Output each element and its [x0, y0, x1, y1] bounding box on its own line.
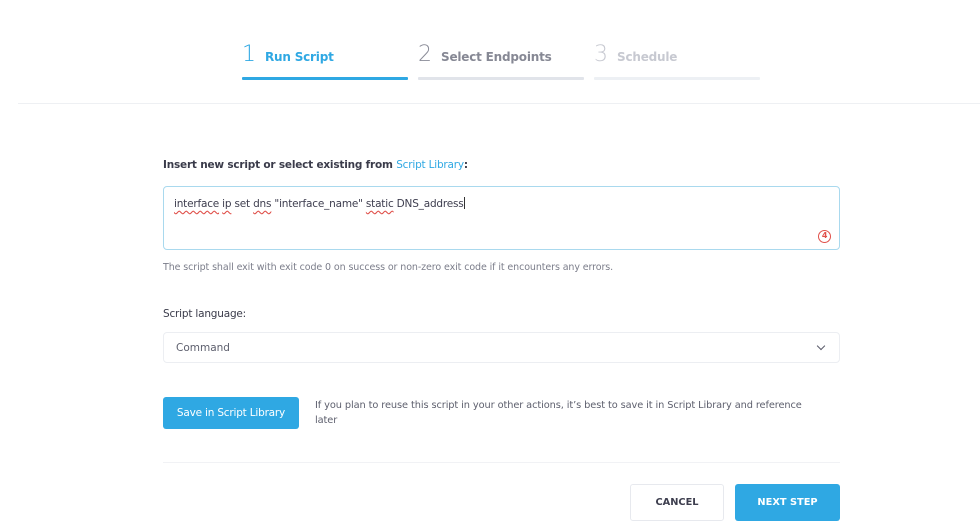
misspelled-word: dns [253, 198, 272, 210]
save-in-script-library-button[interactable]: Save in Script Library [163, 397, 299, 429]
misspelled-word: ip [222, 198, 232, 210]
grammar-check-badge[interactable]: 4 [818, 230, 831, 243]
script-language-select[interactable]: Command [163, 332, 840, 363]
step-progress-bar [418, 77, 584, 80]
script-token: "interface_name" [271, 198, 366, 210]
step-number: 3 [594, 42, 608, 67]
misspelled-word: static [365, 198, 394, 210]
run-script-page: 1 Run Script 2 Select Endpoints 3 Schedu… [0, 0, 980, 529]
script-label-colon: : [463, 159, 468, 171]
step-run-script[interactable]: 1 Run Script [242, 44, 408, 80]
save-library-hint: If you plan to reuse this script in your… [315, 400, 802, 426]
script-language-label: Script language: [163, 308, 247, 320]
script-token: set [231, 198, 254, 210]
script-field-label: Insert new script or select existing fro… [163, 159, 468, 171]
step-number: 2 [418, 42, 432, 67]
step-label: Run Script [265, 50, 334, 64]
next-step-button[interactable]: NEXT STEP [735, 484, 840, 521]
script-library-link[interactable]: Script Library [396, 159, 464, 171]
script-token: DNS_address [393, 198, 464, 210]
header-divider [18, 103, 980, 104]
selected-language: Command [176, 341, 230, 354]
step-progress-bar [594, 77, 760, 80]
step-schedule[interactable]: 3 Schedule [594, 44, 760, 80]
step-label: Select Endpoints [441, 50, 552, 64]
misspelled-word: interface [174, 198, 220, 210]
script-textarea[interactable]: interface ip set dns "interface_name" st… [163, 186, 840, 250]
wizard-stepper: 1 Run Script 2 Select Endpoints 3 Schedu… [242, 44, 760, 80]
step-number: 1 [242, 42, 256, 67]
step-select-endpoints[interactable]: 2 Select Endpoints [418, 44, 584, 80]
chevron-down-icon [816, 341, 826, 351]
text-caret [463, 197, 465, 209]
script-exit-code-hint: The script shall exit with exit code 0 o… [163, 262, 614, 273]
script-text: interface ip set dns "interface_name" st… [174, 198, 464, 210]
footer-divider [163, 462, 840, 463]
cancel-button[interactable]: CANCEL [630, 484, 724, 521]
step-progress-bar [242, 77, 408, 80]
step-label: Schedule [617, 50, 678, 64]
script-label-text: Insert new script or select existing fro… [163, 159, 397, 171]
